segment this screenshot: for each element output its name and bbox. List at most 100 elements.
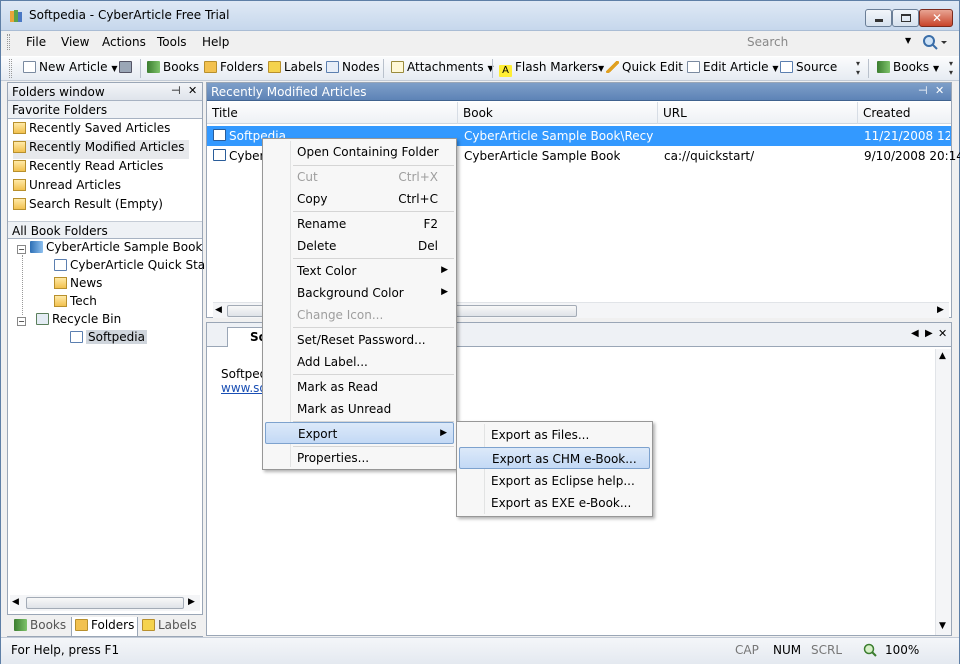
menu-copy[interactable]: Copy Ctrl+C: [265, 188, 454, 210]
menu-export[interactable]: Export ▶: [265, 422, 454, 444]
toolbar-overflow-button[interactable]: ▾ ▾: [946, 59, 956, 79]
status-num: NUM: [773, 643, 802, 657]
labels-button[interactable]: Labels: [268, 60, 323, 78]
menu-label: Add Label...: [297, 355, 368, 369]
grip-handle[interactable]: [7, 34, 10, 50]
tree-softpedia[interactable]: Softpedia: [70, 330, 147, 349]
scroll-right-icon[interactable]: ▶: [937, 305, 944, 315]
collapse-icon[interactable]: −: [17, 245, 26, 254]
menu-cut[interactable]: Cut Ctrl+X: [265, 166, 454, 188]
close-icon[interactable]: ✕: [188, 84, 197, 97]
folders-panel-title: Folders window: [12, 85, 105, 99]
document-icon: [70, 331, 83, 343]
nodes-button[interactable]: Nodes: [326, 60, 380, 78]
scroll-right-icon[interactable]: ▶: [188, 597, 195, 607]
books-dropdown-button[interactable]: Books ▼: [877, 60, 939, 78]
column-title[interactable]: Title: [207, 102, 458, 124]
print-button[interactable]: [119, 60, 135, 78]
favorite-recently-saved[interactable]: Recently Saved Articles: [13, 121, 170, 140]
vertical-scrollbar[interactable]: ▲ ▼: [935, 349, 951, 635]
menu-rename[interactable]: Rename F2: [265, 213, 454, 235]
scrollbar-thumb[interactable]: [26, 597, 184, 609]
menu-mark-read[interactable]: Mark as Read: [265, 376, 454, 398]
scroll-left-icon[interactable]: ◀: [215, 305, 222, 315]
search-placeholder: Search: [747, 35, 789, 49]
menu-help[interactable]: Help: [202, 35, 229, 49]
menu-export-eclipse[interactable]: Export as Eclipse help...: [459, 470, 650, 492]
scroll-left-icon[interactable]: ◀: [911, 328, 919, 339]
menu-actions[interactable]: Actions: [102, 35, 146, 49]
menu-label: Rename: [297, 217, 347, 231]
edit-article-button[interactable]: Edit Article ▼: [687, 60, 779, 78]
search-button[interactable]: [921, 33, 949, 51]
flash-markers-label: Flash Markers: [515, 60, 598, 74]
favorite-recently-read[interactable]: Recently Read Articles: [13, 159, 163, 178]
status-cap: CAP: [735, 643, 759, 657]
tab-books[interactable]: Books: [11, 617, 69, 635]
menu-delete[interactable]: Delete Del: [265, 235, 454, 257]
new-article-button[interactable]: New Article ▼: [23, 60, 117, 78]
menu-view[interactable]: View: [61, 35, 89, 49]
menu-export-chm[interactable]: Export as CHM e-Book...: [459, 447, 650, 469]
menu-label: Export as CHM e-Book...: [492, 452, 637, 466]
cell-book: CyberArticle Sample Book\Recycl...: [464, 129, 654, 143]
favorite-label: Recently Saved Articles: [29, 121, 171, 135]
menu-label: Text Color: [297, 264, 357, 278]
recycle-bin-icon: [36, 313, 49, 325]
favorite-recently-modified[interactable]: Recently Modified Articles: [13, 140, 189, 159]
toolbar-grip[interactable]: [9, 59, 12, 78]
tree-recycle-bin[interactable]: Recycle Bin: [36, 312, 121, 331]
menu-open-folder[interactable]: Open Containing Folder: [265, 141, 454, 163]
maximize-button[interactable]: [892, 9, 919, 27]
pin-icon[interactable]: ⊣: [918, 84, 928, 97]
grid-header: Recently Modified Articles ⊣ ✕: [207, 83, 951, 101]
flash-markers-button[interactable]: A Flash Markers▼: [499, 60, 604, 78]
horizontal-scrollbar[interactable]: ◀ ▶: [10, 595, 200, 611]
scroll-left-icon[interactable]: ◀: [12, 597, 19, 607]
zoom-icon[interactable]: [863, 643, 877, 660]
menu-export-files[interactable]: Export as Files...: [459, 424, 650, 446]
quick-edit-button[interactable]: Quick Edit: [606, 60, 683, 78]
menu-mark-unread[interactable]: Mark as Unread: [265, 398, 454, 420]
tree-quickstart[interactable]: CyberArticle Quick Start: [54, 258, 215, 277]
tree-news[interactable]: News: [54, 276, 102, 295]
toolbar-overflow-button[interactable]: ▾ ▾: [853, 59, 863, 79]
books-button[interactable]: Books: [147, 60, 199, 78]
column-book[interactable]: Book: [458, 102, 658, 124]
column-created[interactable]: Created: [858, 102, 951, 124]
folders-button[interactable]: Folders: [204, 60, 263, 78]
column-url[interactable]: URL: [658, 102, 858, 124]
tree-book[interactable]: CyberArticle Sample Book: [30, 240, 202, 259]
close-button[interactable]: ✕: [919, 9, 953, 27]
favorite-unread[interactable]: Unread Articles: [13, 178, 121, 197]
menu-tools[interactable]: Tools: [157, 35, 187, 49]
chevron-down-icon[interactable]: ▼: [905, 36, 911, 45]
menu-file[interactable]: File: [26, 35, 46, 49]
menu-set-password[interactable]: Set/Reset Password...: [265, 329, 454, 351]
scroll-right-icon[interactable]: ▶: [925, 328, 933, 339]
close-icon[interactable]: ✕: [935, 84, 944, 97]
scroll-down-icon[interactable]: ▼: [939, 621, 946, 631]
menu-export-exe[interactable]: Export as EXE e-Book...: [459, 492, 650, 514]
menu-text-color[interactable]: Text Color ▶: [265, 260, 454, 282]
menu-add-label[interactable]: Add Label...: [265, 351, 454, 373]
favorite-search-result[interactable]: Search Result (Empty): [13, 197, 163, 216]
menu-properties[interactable]: Properties...: [265, 447, 454, 469]
favorite-label: Search Result (Empty): [29, 197, 163, 211]
tab-folders[interactable]: Folders: [71, 617, 139, 637]
folder-icon: [54, 295, 67, 307]
menu-background-color[interactable]: Background Color ▶: [265, 282, 454, 304]
menu-change-icon[interactable]: Change Icon...: [265, 304, 454, 326]
tab-labels[interactable]: Labels: [139, 617, 200, 635]
source-button[interactable]: Source: [780, 60, 837, 78]
tab-label: Books: [30, 618, 67, 632]
minimize-button[interactable]: [865, 9, 892, 27]
close-icon[interactable]: ✕: [938, 327, 947, 340]
search-input[interactable]: Search ▼: [743, 32, 919, 52]
scroll-up-icon[interactable]: ▲: [939, 351, 946, 361]
toolbar-separator: [140, 59, 141, 78]
pin-icon[interactable]: ⊣: [171, 84, 181, 97]
tree-tech[interactable]: Tech: [54, 294, 97, 313]
attachments-button[interactable]: Attachments ▼: [391, 60, 494, 78]
collapse-icon[interactable]: −: [17, 317, 26, 326]
